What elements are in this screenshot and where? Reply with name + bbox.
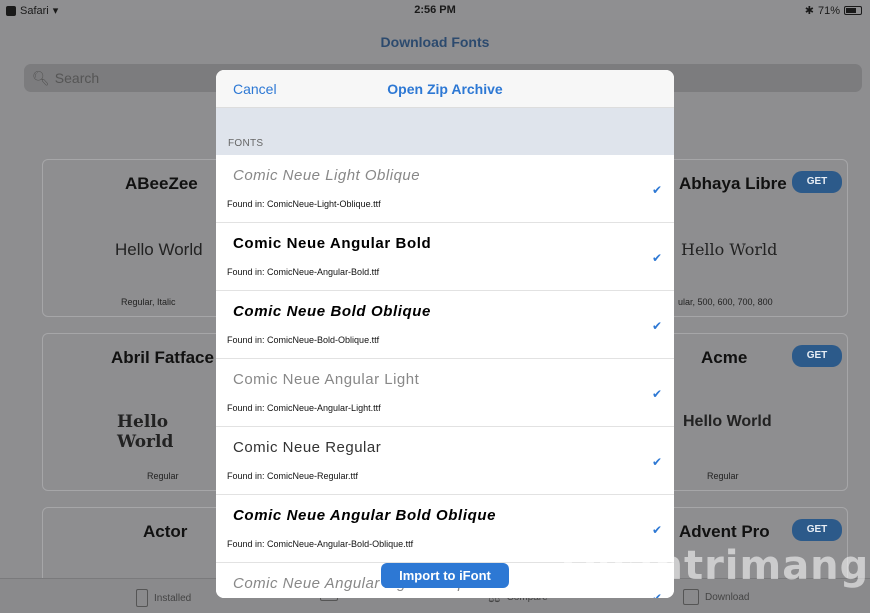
- get-button[interactable]: GET: [792, 345, 842, 367]
- card-title: ABeeZee: [125, 174, 198, 193]
- font-name: Comic Neue Angular Bold: [233, 235, 432, 252]
- checkmark-icon: ✔︎: [651, 251, 662, 265]
- card-styles: Regular: [707, 471, 739, 481]
- font-row[interactable]: Comic Neue Angular Light Found in: Comic…: [216, 359, 674, 427]
- cancel-button[interactable]: Cancel: [233, 81, 277, 97]
- font-row[interactable]: Comic Neue Regular Found in: ComicNeue-R…: [216, 427, 674, 495]
- modal-header: Open Zip Archive Cancel: [216, 70, 674, 108]
- font-source: Found in: ComicNeue-Light-Oblique.ttf: [227, 199, 381, 209]
- nav-title: Download Fonts: [380, 34, 490, 50]
- get-button[interactable]: GET: [792, 519, 842, 541]
- card-title: Abril Fatface: [111, 348, 214, 367]
- tab-label: Download: [705, 591, 750, 603]
- card-sample: Hello World: [117, 412, 174, 452]
- section-header: FONTS: [216, 108, 674, 155]
- checkmark-icon: ✔︎: [651, 523, 662, 537]
- get-button[interactable]: GET: [792, 171, 842, 193]
- font-name: Comic Neue Angular Light: [233, 371, 420, 388]
- font-row[interactable]: Comic Neue Bold Oblique Found in: ComicN…: [216, 291, 674, 359]
- tab-installed[interactable]: Installed: [136, 589, 191, 607]
- font-card-acme[interactable]: Acme GET Hello World Regular: [668, 333, 848, 491]
- status-bar: Safari ▾ 2:56 PM ✱ 71%: [0, 0, 870, 20]
- search-icon: 🔍︎: [32, 69, 50, 86]
- font-card-abril-fatface[interactable]: Abril Fatface Hello World Regular: [42, 333, 222, 491]
- import-to-ifont-button[interactable]: Import to iFont: [381, 563, 509, 588]
- card-title: Actor: [143, 522, 188, 541]
- tab-download[interactable]: Download: [683, 589, 749, 605]
- card-title: Acme: [701, 348, 748, 367]
- checkmark-icon: ✔︎: [651, 591, 662, 598]
- modal-title: Open Zip Archive: [387, 81, 503, 97]
- tab-label: Installed: [154, 592, 192, 604]
- search-placeholder: Search: [54, 70, 100, 86]
- card-styles: Regular: [147, 471, 179, 481]
- font-source: Found in: ComicNeue-Angular-Bold.ttf: [227, 267, 380, 277]
- card-title: Abhaya Libre: [679, 174, 787, 193]
- font-source: Found in: ComicNeue-Regular.ttf: [227, 471, 359, 481]
- checkmark-icon: ✔︎: [651, 387, 662, 401]
- phone-icon: [136, 589, 148, 607]
- font-source: Found in: ComicNeue-Angular-Bold-Oblique…: [227, 539, 414, 549]
- watermark-logo: Quantrimang: [562, 543, 870, 589]
- font-row[interactable]: Comic Neue Light Oblique Found in: Comic…: [216, 155, 674, 223]
- checkmark-icon: ✔︎: [651, 319, 662, 333]
- card-styles: Regular, Italic: [121, 297, 176, 307]
- font-source: Found in: ComicNeue-Bold-Oblique.ttf: [227, 335, 380, 345]
- battery-percent: 71%: [817, 4, 840, 17]
- font-name: Comic Neue Bold Oblique: [233, 303, 431, 320]
- status-time: 2:56 PM: [414, 4, 456, 16]
- download-icon: [683, 589, 699, 605]
- checkmark-icon: ✔︎: [651, 183, 662, 197]
- font-name: Comic Neue Light Oblique: [233, 167, 421, 184]
- card-sample: Hello World: [115, 240, 203, 259]
- font-source: Found in: ComicNeue-Angular-Light.ttf: [227, 403, 381, 413]
- font-name: Comic Neue Regular: [233, 439, 382, 456]
- font-list: Comic Neue Light Oblique Found in: Comic…: [216, 155, 674, 598]
- bluetooth-icon: ✱: [804, 5, 814, 17]
- font-card-abeezee[interactable]: ABeeZee Hello World Regular, Italic: [42, 159, 222, 317]
- card-styles: ular, 500, 600, 700, 800: [678, 297, 773, 307]
- section-label: FONTS: [228, 138, 264, 149]
- font-card-abhaya-libre[interactable]: Abhaya Libre GET Hello World ular, 500, …: [668, 159, 848, 317]
- card-title: Advent Pro: [679, 522, 770, 541]
- checkmark-icon: ✔︎: [651, 455, 662, 469]
- open-zip-modal: Open Zip Archive Cancel FONTS Comic Neue…: [216, 70, 674, 598]
- status-right: ✱ 71%: [805, 4, 862, 17]
- battery-icon: [844, 6, 862, 15]
- card-sample: Hello World: [683, 413, 772, 430]
- font-name: Comic Neue Angular Bold Oblique: [233, 507, 497, 524]
- font-row[interactable]: Comic Neue Angular Bold Found in: ComicN…: [216, 223, 674, 291]
- card-sample: Hello World: [681, 240, 778, 259]
- font-card-actor[interactable]: Actor: [42, 507, 222, 587]
